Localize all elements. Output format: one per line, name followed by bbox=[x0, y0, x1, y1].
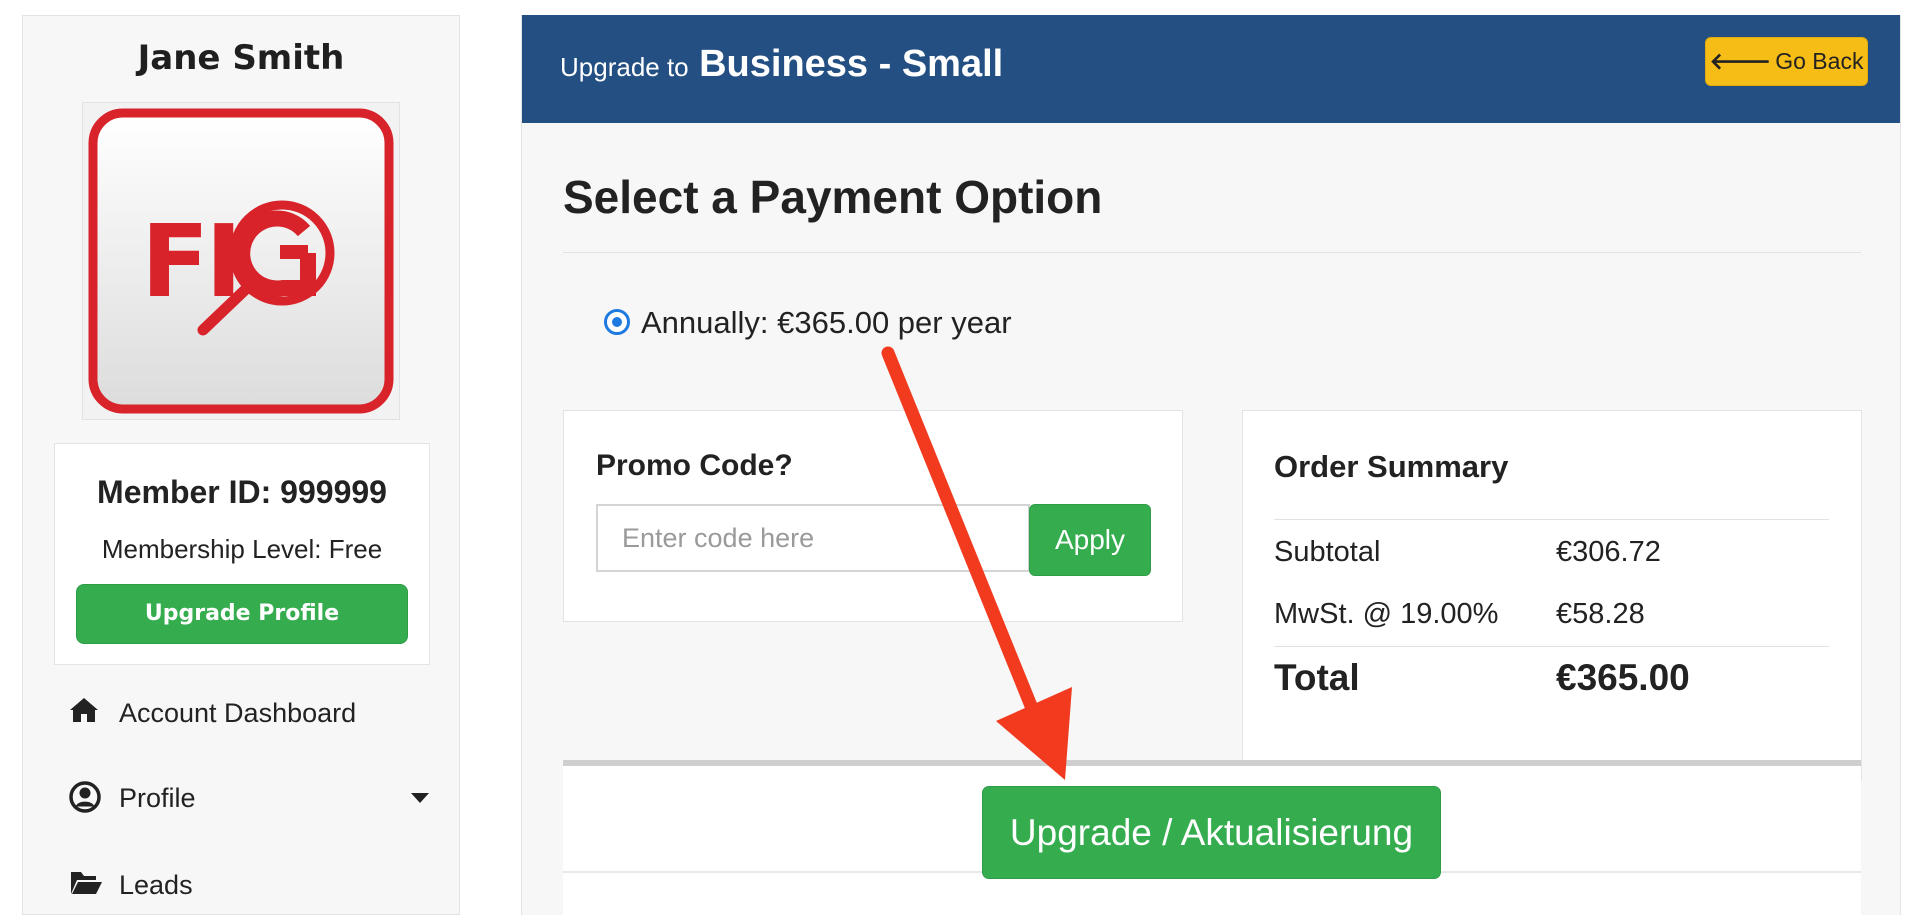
company-logo: FI bbox=[82, 102, 400, 420]
upgrade-panel: Upgrade to Business - Small 🡐 Go Back Sel… bbox=[521, 15, 1901, 920]
apply-button[interactable]: Apply bbox=[1029, 504, 1151, 576]
nav-label: Account Dashboard bbox=[119, 698, 357, 728]
subtotal-value: €306.72 bbox=[1556, 536, 1661, 568]
user-circle-icon bbox=[69, 781, 101, 820]
nav-profile[interactable]: Profile bbox=[69, 779, 429, 819]
promo-code-input[interactable] bbox=[596, 504, 1030, 572]
nav-label: Leads bbox=[119, 870, 193, 900]
go-back-label: Go Back bbox=[1775, 48, 1864, 74]
user-name: Jane Smith bbox=[137, 38, 345, 78]
divider bbox=[1274, 646, 1829, 647]
nav-account-dashboard[interactable]: Account Dashboard bbox=[69, 694, 429, 734]
home-icon bbox=[69, 696, 99, 731]
tax-value: €58.28 bbox=[1556, 598, 1645, 630]
upgrade-submit-button[interactable]: Upgrade / Aktualisierung bbox=[982, 786, 1441, 879]
promo-title: Promo Code? bbox=[596, 449, 793, 482]
payment-option-label: Annually: €365.00 per year bbox=[641, 305, 1012, 340]
upgrade-title: Upgrade to Business - Small bbox=[560, 43, 1003, 86]
subtotal-label: Subtotal bbox=[1274, 536, 1381, 568]
upgrade-title-prefix: Upgrade to bbox=[560, 52, 689, 82]
upgrade-header: Upgrade to Business - Small 🡐 Go Back bbox=[522, 15, 1900, 123]
nav-leads[interactable]: Leads bbox=[69, 866, 429, 906]
chevron-down-icon[interactable] bbox=[411, 793, 429, 803]
promo-panel: Promo Code? Apply bbox=[563, 410, 1183, 622]
divider bbox=[1274, 519, 1829, 520]
total-value: €365.00 bbox=[1556, 657, 1690, 698]
arrow-left-icon: 🡐 bbox=[1709, 48, 1772, 74]
membership-level: Membership Level: Free bbox=[101, 534, 383, 564]
plan-name: Business - Small bbox=[699, 43, 1004, 85]
member-id: Member ID: 999999 bbox=[97, 474, 387, 510]
fig-logo-icon: FI bbox=[88, 108, 394, 414]
sidebar: Jane Smith FI Member ID: 999999 Membersh… bbox=[22, 15, 460, 915]
member-card: Member ID: 999999 Membership Level: Free… bbox=[54, 443, 430, 665]
annual-radio[interactable] bbox=[604, 309, 630, 335]
section-title: Select a Payment Option bbox=[563, 171, 1103, 223]
divider bbox=[563, 252, 1861, 253]
total-label: Total bbox=[1274, 657, 1360, 698]
tax-label: MwSt. @ 19.00% bbox=[1274, 598, 1499, 630]
summary-title: Order Summary bbox=[1274, 449, 1509, 484]
upgrade-profile-button[interactable]: Upgrade Profile bbox=[76, 584, 408, 644]
nav-label: Profile bbox=[119, 783, 196, 813]
order-summary: Order Summary Subtotal €306.72 MwSt. @ 1… bbox=[1242, 410, 1862, 780]
go-back-button[interactable]: 🡐 Go Back bbox=[1705, 37, 1868, 86]
